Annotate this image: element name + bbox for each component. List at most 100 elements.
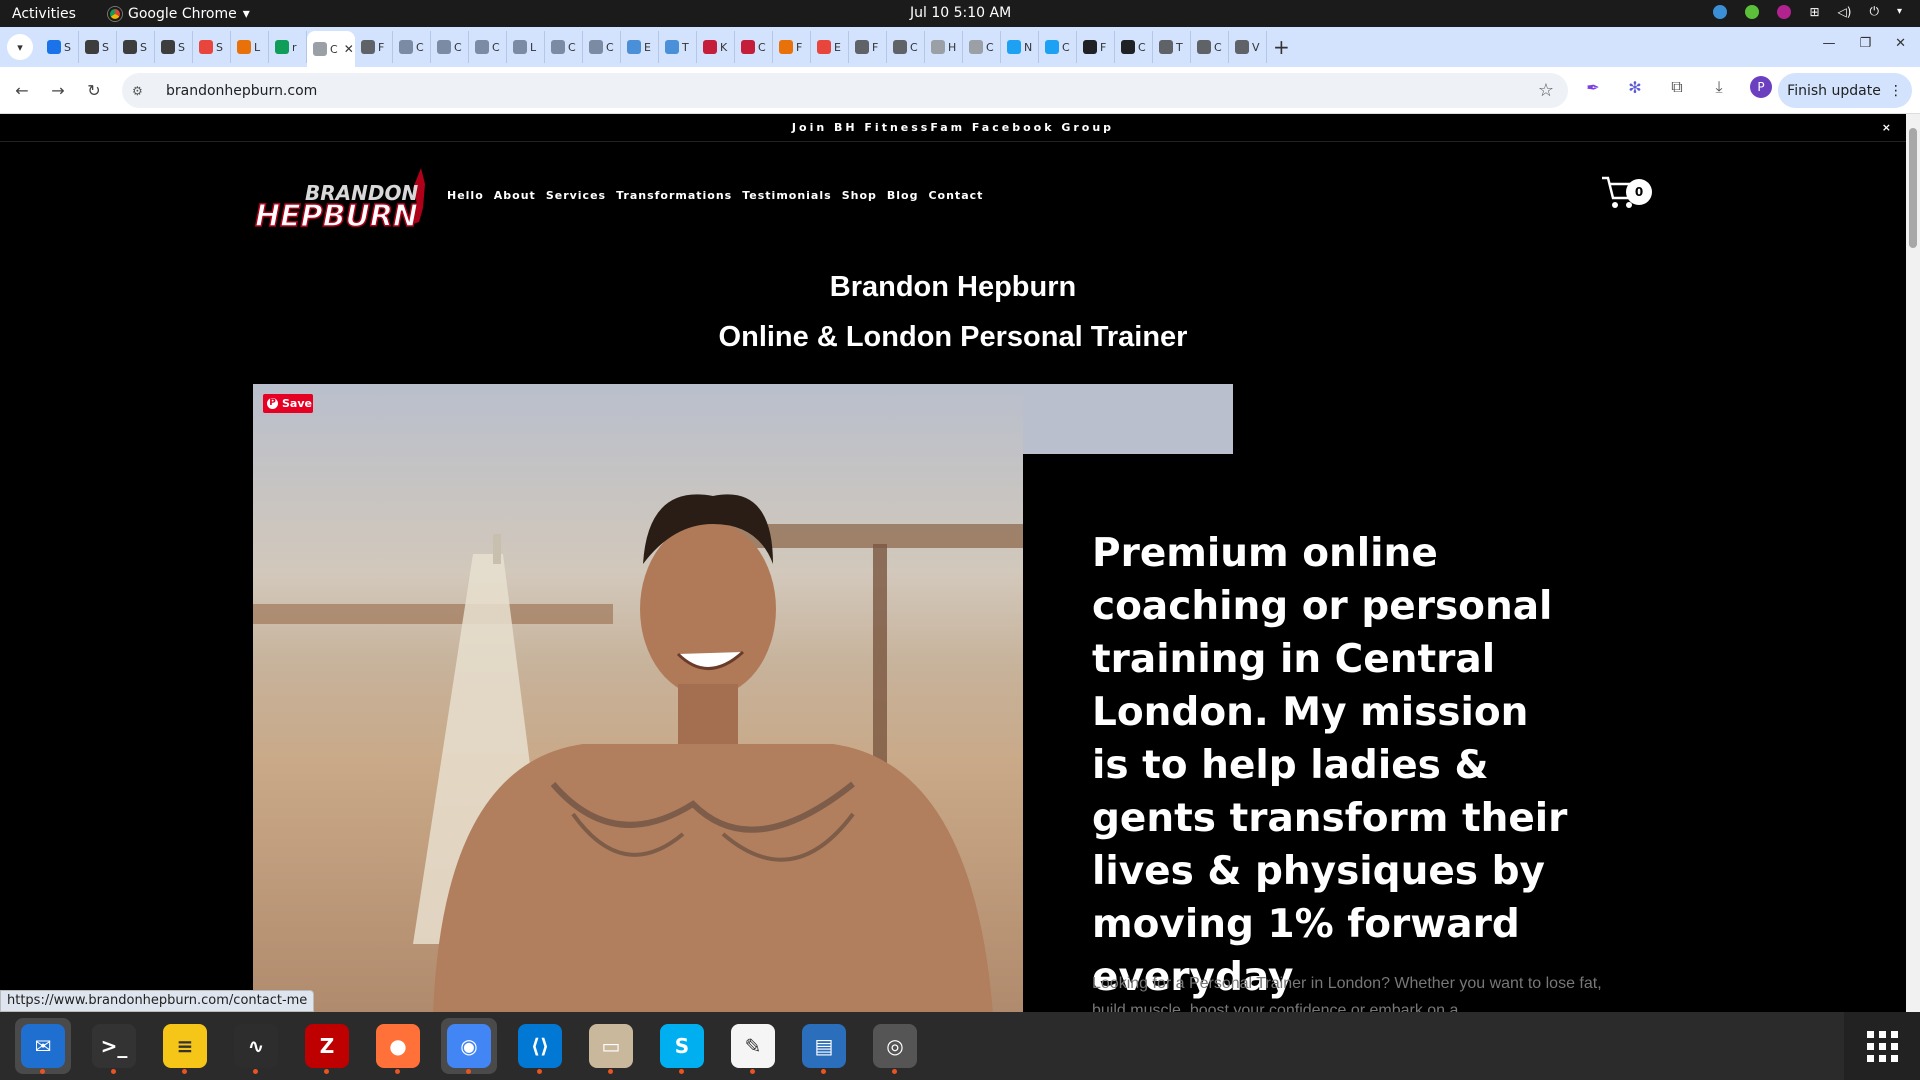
chevron-down-icon[interactable]: ▾ (1897, 6, 1902, 17)
maximize-icon[interactable]: ❐ (1859, 36, 1871, 51)
tab-22[interactable]: C (887, 31, 925, 63)
tab-favicon-icon (437, 40, 451, 54)
nav-link-services[interactable]: Services (546, 189, 606, 202)
tab-1[interactable]: S (79, 31, 117, 63)
tab-11[interactable]: C (469, 31, 507, 63)
nav-link-about[interactable]: About (494, 189, 536, 202)
tab-title: T (1176, 40, 1183, 54)
dock-text-editor[interactable]: ✎ (725, 1018, 781, 1074)
network-icon[interactable]: ⊞ (1809, 5, 1819, 19)
pen-extension-icon[interactable]: ✒ (1582, 76, 1604, 98)
tab-30[interactable]: C (1191, 31, 1229, 63)
nav-link-hello[interactable]: Hello (447, 189, 484, 202)
cart-count-badge[interactable]: 0 (1626, 179, 1652, 205)
dock-writer[interactable]: ▤ (796, 1018, 852, 1074)
tab-favicon-icon (893, 40, 907, 54)
dock-chrome[interactable]: ◉ (441, 1018, 497, 1074)
tab-17[interactable]: K (697, 31, 735, 63)
dock-files[interactable]: ▭ (583, 1018, 639, 1074)
tab-12[interactable]: L (507, 31, 545, 63)
tab-close-icon[interactable]: ✕ (344, 42, 354, 56)
nav-link-shop[interactable]: Shop (842, 189, 877, 202)
dock-system-monitor[interactable]: ∿ (228, 1018, 284, 1074)
running-indicator (111, 1069, 116, 1074)
show-apps-grid-icon[interactable] (1844, 1012, 1920, 1080)
tab-4[interactable]: S (193, 31, 231, 63)
nav-link-blog[interactable]: Blog (887, 189, 919, 202)
tab-10[interactable]: C (431, 31, 469, 63)
new-tab-button[interactable]: + (1273, 35, 1290, 59)
extensions-puzzle-icon[interactable]: ⧉ (1666, 76, 1688, 98)
gear-extension-icon[interactable]: ✻ (1624, 76, 1646, 98)
running-indicator (892, 1069, 897, 1074)
url-text[interactable]: brandonhepburn.com (166, 83, 317, 99)
bookmark-star-icon[interactable]: ☆ (1538, 80, 1554, 101)
nav-link-contact[interactable]: Contact (928, 189, 983, 202)
clock[interactable]: Jul 10 5:10 AM (910, 5, 1011, 21)
profile-avatar[interactable]: P (1750, 76, 1772, 98)
tab-9[interactable]: C (393, 31, 431, 63)
dock-disk[interactable]: ◎ (867, 1018, 923, 1074)
dock-filezilla[interactable]: Z (299, 1018, 355, 1074)
pinterest-save-button[interactable]: P Save (263, 394, 313, 413)
tab-31[interactable]: V (1229, 31, 1267, 63)
page-scrollbar[interactable] (1906, 114, 1920, 1012)
tab-0[interactable]: S (41, 31, 79, 63)
tab-favicon-icon (1197, 40, 1211, 54)
site-info-icon[interactable]: ⚙ (132, 84, 152, 98)
reload-button[interactable]: ↻ (80, 81, 108, 100)
close-icon[interactable]: ✕ (1895, 36, 1906, 51)
minimize-icon[interactable]: — (1822, 36, 1835, 51)
tab-2[interactable]: S (117, 31, 155, 63)
volume-icon[interactable]: ◁) (1838, 5, 1852, 19)
tab-favicon-icon (161, 40, 175, 54)
scrollbar-thumb[interactable] (1909, 128, 1917, 248)
tab-27[interactable]: F (1077, 31, 1115, 63)
brand-logo[interactable]: BRANDON HEPBURN (253, 164, 429, 232)
tab-14[interactable]: C (583, 31, 621, 63)
tab-23[interactable]: H (925, 31, 963, 63)
tab-18[interactable]: C (735, 31, 773, 63)
activities-button[interactable]: Activities (0, 6, 96, 22)
back-button[interactable]: ← (8, 81, 36, 100)
tab-24[interactable]: C (963, 31, 1001, 63)
address-bar[interactable]: ⚙ brandonhepburn.com ☆ (122, 73, 1568, 108)
tab-16[interactable]: T (659, 31, 697, 63)
tab-3[interactable]: S (155, 31, 193, 63)
tab-5[interactable]: L (231, 31, 269, 63)
tab-6[interactable]: r (269, 31, 307, 63)
tray-app-icon[interactable] (1713, 4, 1728, 19)
announcement-close-icon[interactable]: × (1882, 114, 1894, 142)
dock-notes[interactable]: ≡ (157, 1018, 213, 1074)
dock-vscode[interactable]: ⟨⟩ (512, 1018, 568, 1074)
announcement-bar[interactable]: Join BH FitnessFam Facebook Group × (0, 114, 1906, 142)
tab-7[interactable]: C ✕ (307, 31, 355, 67)
tab-26[interactable]: C (1039, 31, 1077, 63)
tab-8[interactable]: F (355, 31, 393, 63)
tab-21[interactable]: F (849, 31, 887, 63)
nav-link-transformations[interactable]: Transformations (616, 189, 732, 202)
download-icon[interactable]: ⤓ (1708, 76, 1730, 98)
finish-update-button[interactable]: Finish update ⋮ (1778, 73, 1912, 108)
power-icon[interactable]: ⏻ (1869, 4, 1879, 19)
system-tray[interactable]: ⊞ ◁) ⏻ ▾ (1713, 4, 1902, 19)
tab-28[interactable]: C (1115, 31, 1153, 63)
dock-skype[interactable]: S (654, 1018, 710, 1074)
tab-29[interactable]: T (1153, 31, 1191, 63)
tab-25[interactable]: N (1001, 31, 1039, 63)
tab-title: F (796, 40, 803, 54)
dock-terminal[interactable]: >_ (86, 1018, 142, 1074)
dock-thunderbird[interactable]: ✉ (15, 1018, 71, 1074)
announcement-text[interactable]: Join BH FitnessFam Facebook Group (792, 121, 1114, 134)
tab-13[interactable]: C (545, 31, 583, 63)
dock-firefox[interactable]: ● (370, 1018, 426, 1074)
tab-19[interactable]: F (773, 31, 811, 63)
forward-button[interactable]: → (44, 81, 72, 100)
tray-app-icon[interactable] (1745, 4, 1760, 19)
tab-15[interactable]: E (621, 31, 659, 63)
tab-search-button[interactable]: ▾ (7, 34, 33, 60)
nav-link-testimonials[interactable]: Testimonials (742, 189, 831, 202)
tray-app-icon[interactable] (1777, 4, 1792, 19)
tab-20[interactable]: E (811, 31, 849, 63)
app-menu[interactable]: Google Chrome ▾ (108, 6, 250, 22)
